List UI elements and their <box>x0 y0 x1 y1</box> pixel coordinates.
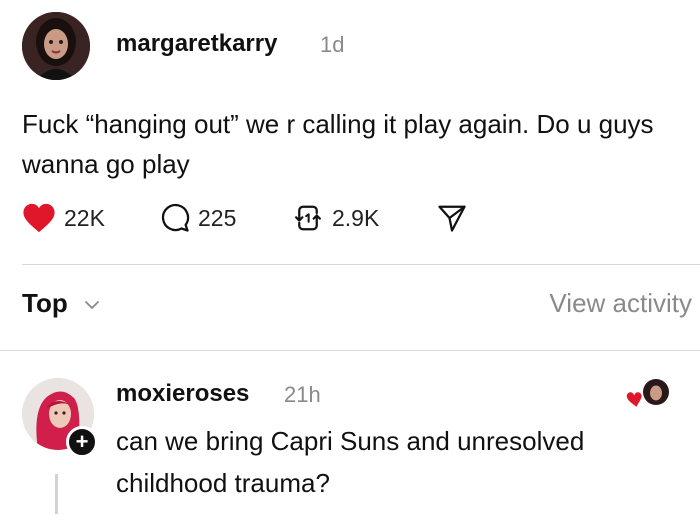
avatar-image <box>22 12 90 80</box>
like-count: 22K <box>64 204 105 231</box>
repost-arrows-icon <box>295 205 321 231</box>
share-button[interactable] <box>436 198 468 238</box>
post-timestamp: 1d <box>320 32 345 57</box>
heart-icon <box>23 203 55 233</box>
divider <box>0 350 700 351</box>
thread-connector-line <box>55 474 58 514</box>
heart-icon <box>625 390 644 410</box>
reply-author-username[interactable]: moxieroses <box>116 380 249 408</box>
reply-timestamp: 21h <box>284 382 321 407</box>
divider <box>22 264 700 265</box>
reply-body: can we bring Capri Suns and unresolved c… <box>116 426 585 498</box>
liked-by-author-indicator <box>624 378 676 410</box>
repost-count: 2.9K <box>332 204 380 231</box>
follow-plus-button[interactable]: + <box>66 426 98 458</box>
send-paper-plane-icon <box>438 205 466 232</box>
repost-button[interactable]: 2.9K <box>292 198 379 238</box>
comment-count: 225 <box>198 204 237 231</box>
author-avatar[interactable] <box>22 12 90 80</box>
author-username[interactable]: margaretkarry <box>116 30 277 58</box>
comment-button[interactable]: 225 <box>160 198 236 238</box>
like-button[interactable]: 22K <box>22 198 105 238</box>
post-actions: 22K 225 2.9K <box>22 198 682 238</box>
post-body: Fuck “hanging out” we r calling it play … <box>22 109 654 179</box>
sort-dropdown[interactable]: Top <box>22 288 68 319</box>
chevron-down-icon[interactable] <box>84 298 100 316</box>
view-activity-link[interactable]: View activity <box>549 288 692 319</box>
comment-bubble-icon <box>161 203 190 232</box>
